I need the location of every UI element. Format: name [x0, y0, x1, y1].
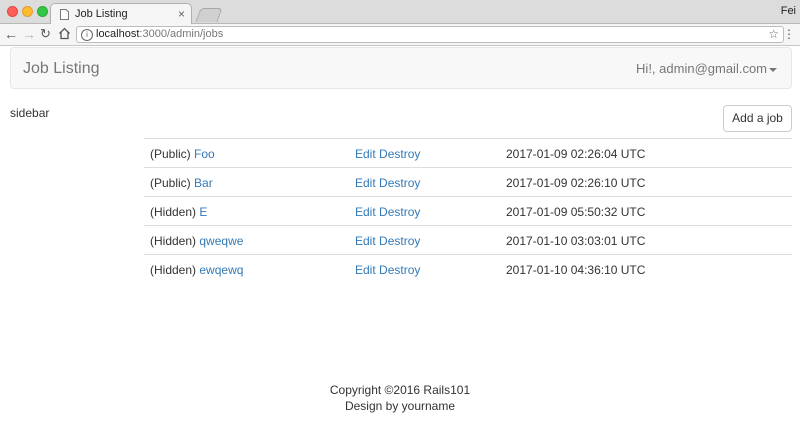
edit-link[interactable]: Edit: [355, 205, 376, 219]
design-credit: Design by yourname: [344, 399, 456, 413]
job-title-link[interactable]: E: [199, 205, 207, 219]
created-at: 2017-01-09 02:26:10 UTC: [506, 176, 646, 190]
maximize-window-button[interactable]: [37, 6, 48, 17]
job-actions: Edit Destroy: [355, 176, 420, 190]
close-window-button[interactable]: [7, 6, 18, 17]
browser-tab[interactable]: Job Listing ×: [50, 3, 192, 25]
arrow-left-icon[interactable]: ←: [4, 26, 18, 42]
profile-name[interactable]: Fei: [781, 5, 796, 17]
visibility-label: (Public): [150, 147, 191, 161]
edit-link[interactable]: Edit: [355, 234, 376, 248]
job-title-cell: (Hidden) E: [150, 205, 207, 219]
created-at: 2017-01-09 05:50:32 UTC: [506, 205, 646, 219]
chevron-down-icon[interactable]: [769, 68, 777, 72]
destroy-link[interactable]: Destroy: [379, 263, 420, 277]
destroy-link[interactable]: Destroy: [379, 176, 420, 190]
kebab-menu-icon[interactable]: ⋮: [783, 27, 795, 41]
destroy-link[interactable]: Destroy: [379, 205, 420, 219]
job-title-link[interactable]: Foo: [194, 147, 215, 161]
arrow-right-icon[interactable]: →: [22, 26, 36, 42]
job-actions: Edit Destroy: [355, 263, 420, 277]
job-title-cell: (Public) Bar: [150, 176, 213, 190]
minimize-window-button[interactable]: [22, 6, 33, 17]
edit-link[interactable]: Edit: [355, 263, 376, 277]
job-title-cell: (Hidden) ewqewq: [150, 263, 243, 277]
visibility-label: (Hidden): [150, 205, 197, 219]
copyright-text: Copyright ©2016 Rails101: [329, 383, 471, 397]
job-title-link[interactable]: Bar: [194, 176, 213, 190]
browser-toolbar: ← → ↻ i localhost:3000/admin/jobs ☆ ⋮: [0, 24, 800, 46]
tab-close-icon[interactable]: ×: [178, 7, 185, 21]
created-at: 2017-01-09 02:26:04 UTC: [506, 147, 646, 161]
table-row: (Hidden) ewqewq Edit Destroy 2017-01-10 …: [144, 254, 792, 283]
edit-link[interactable]: Edit: [355, 176, 376, 190]
footer: Copyright ©2016 Rails101 Design by yourn…: [0, 382, 800, 414]
home-icon[interactable]: [58, 27, 71, 40]
table-row: (Hidden) qweqwe Edit Destroy 2017-01-10 …: [144, 225, 792, 254]
browser-tab-strip: Job Listing × Fei: [0, 0, 800, 25]
job-actions: Edit Destroy: [355, 234, 420, 248]
url-host: localhost: [96, 28, 140, 40]
created-at: 2017-01-10 03:03:01 UTC: [506, 234, 646, 248]
job-title-cell: (Public) Foo: [150, 147, 215, 161]
new-tab-button[interactable]: [195, 8, 223, 22]
job-actions: Edit Destroy: [355, 205, 420, 219]
app-navbar: Job Listing Hi!, admin@gmail.com: [10, 47, 792, 89]
created-at: 2017-01-10 04:36:10 UTC: [506, 263, 646, 277]
job-title-link[interactable]: qweqwe: [199, 234, 243, 248]
edit-link[interactable]: Edit: [355, 147, 376, 161]
destroy-link[interactable]: Destroy: [379, 147, 420, 161]
tab-title: Job Listing: [75, 8, 128, 20]
visibility-label: (Hidden): [150, 234, 197, 248]
address-bar[interactable]: i localhost:3000/admin/jobs ☆: [76, 26, 784, 43]
destroy-link[interactable]: Destroy: [379, 234, 420, 248]
info-icon[interactable]: i: [81, 29, 93, 41]
table-row: (Hidden) E Edit Destroy 2017-01-09 05:50…: [144, 196, 792, 225]
table-row: (Public) Foo Edit Destroy 2017-01-09 02:…: [144, 138, 792, 167]
url-path: :3000/admin/jobs: [139, 28, 224, 40]
page-icon: [60, 9, 69, 20]
user-menu-toggle[interactable]: Hi!, admin@gmail.com: [636, 61, 767, 76]
job-title-link[interactable]: ewqewq: [199, 263, 243, 277]
visibility-label: (Public): [150, 176, 191, 190]
reload-icon[interactable]: ↻: [40, 26, 51, 42]
url-text[interactable]: localhost:3000/admin/jobs: [96, 28, 223, 40]
sidebar: sidebar: [10, 106, 50, 120]
add-job-button[interactable]: Add a job: [723, 105, 792, 132]
jobs-table: (Public) Foo Edit Destroy 2017-01-09 02:…: [144, 138, 792, 283]
visibility-label: (Hidden): [150, 263, 197, 277]
job-title-cell: (Hidden) qweqwe: [150, 234, 243, 248]
brand-link[interactable]: Job Listing: [23, 60, 100, 78]
job-actions: Edit Destroy: [355, 147, 420, 161]
table-row: (Public) Bar Edit Destroy 2017-01-09 02:…: [144, 167, 792, 196]
star-icon[interactable]: ☆: [768, 27, 779, 41]
